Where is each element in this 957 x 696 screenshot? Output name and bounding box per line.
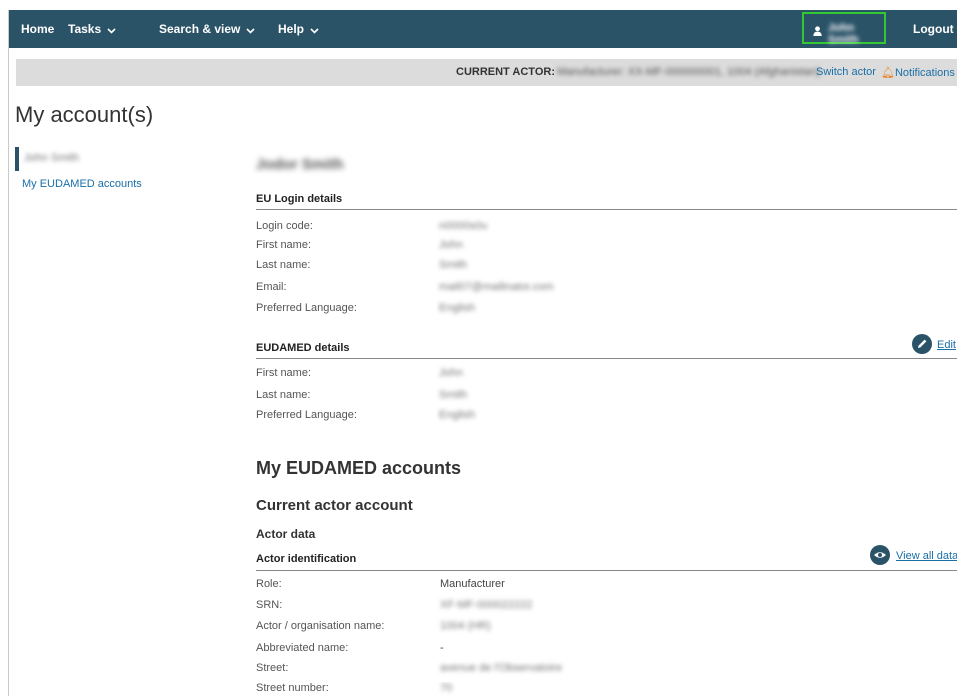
current-actor-value: Manufacturer: XX-MF-000000001, 1004 (Afg… — [557, 66, 820, 78]
detail-row: Abbreviated name: - — [256, 642, 957, 662]
notifications-label: Notifications — [894, 67, 955, 79]
detail-row: First name: John — [256, 239, 957, 259]
detail-row: Login code: n0000s0u — [256, 220, 957, 240]
section-divider — [256, 358, 957, 359]
detail-row: Last name: Smith — [256, 259, 957, 279]
nav-help[interactable]: Help — [278, 10, 319, 48]
detail-label: First name: — [256, 367, 312, 379]
detail-label: Actor / organisation name: — [256, 620, 385, 632]
detail-value: English — [439, 302, 476, 314]
window-top-margin — [0, 0, 957, 10]
nav-tasks[interactable]: Tasks — [68, 10, 116, 48]
eudamed-section-title: EUDAMED details — [256, 342, 350, 354]
detail-value: Smith — [439, 389, 468, 401]
detail-value: mail07@mailinator.com — [439, 281, 554, 293]
eye-icon — [870, 552, 890, 569]
chevron-down-icon — [310, 11, 319, 49]
detail-value: - — [440, 642, 444, 654]
page-title: My account(s) — [15, 102, 154, 127]
detail-row: First name: John — [256, 367, 957, 387]
nav-search-view-label: Search & view — [159, 22, 241, 36]
nav-search-view[interactable]: Search & view — [159, 10, 255, 48]
detail-label: Street number: — [256, 682, 329, 694]
detail-label: Preferred Language: — [256, 409, 357, 421]
detail-row: Actor / organisation name: 1004 (HR) — [256, 620, 957, 640]
detail-value: John — [439, 367, 463, 379]
detail-value: Manufacturer — [440, 578, 505, 590]
bell-icon: 🔔︎ — [881, 67, 895, 79]
detail-row: Street: avenue de l'Observatoire — [256, 662, 957, 682]
top-navigation: Home Tasks Search & view Help John Smith… — [9, 10, 957, 48]
detail-label: Last name: — [256, 259, 311, 271]
detail-label: Abbreviated name: — [256, 642, 349, 654]
current-actor-label: CURRENT ACTOR: — [456, 66, 555, 78]
detail-value: 1004 (HR) — [440, 620, 491, 632]
section-divider — [256, 570, 957, 571]
detail-value: avenue de l'Observatoire — [440, 662, 562, 674]
detail-label: Role: — [256, 578, 282, 590]
detail-label: Login code: — [256, 220, 313, 232]
eu-login-section-title: EU Login details — [256, 193, 343, 205]
account-holder-name: Jodor Smith — [256, 156, 344, 173]
detail-row: Role: Manufacturer — [256, 578, 957, 598]
switch-actor-link[interactable]: Switch actor — [816, 66, 876, 78]
user-icon — [813, 23, 822, 41]
detail-label: SRN: — [256, 599, 283, 611]
user-name: John Smith — [828, 22, 859, 46]
section-divider — [256, 209, 957, 210]
sidebar-active-indicator — [15, 147, 19, 171]
detail-value: 70 — [440, 682, 453, 694]
detail-label: Preferred Language: — [256, 302, 357, 314]
detail-value: Smith — [439, 259, 468, 271]
actor-identification-title: Actor identification — [256, 553, 357, 565]
chevron-down-icon — [107, 11, 116, 49]
pencil-icon — [912, 339, 932, 358]
detail-label: Last name: — [256, 389, 311, 401]
detail-label: First name: — [256, 239, 312, 251]
view-all-data-link[interactable]: View all data — [896, 550, 957, 562]
my-eudamed-accounts-heading: My EUDAMED accounts — [256, 458, 462, 478]
detail-row: Last name: Smith — [256, 389, 957, 409]
nav-tasks-label: Tasks — [68, 22, 102, 36]
sidebar-item-user[interactable]: John Smith — [24, 152, 79, 164]
sidebar-item-eudamed-accounts[interactable]: My EUDAMED accounts — [22, 178, 142, 190]
chevron-down-icon — [246, 11, 255, 49]
detail-row: SRN: XF-MF-000022222 — [256, 599, 957, 619]
user-menu-button[interactable]: John Smith — [802, 12, 886, 46]
detail-value: John — [439, 239, 463, 251]
nav-home[interactable]: Home — [21, 10, 54, 48]
edit-button[interactable] — [912, 334, 932, 354]
current-actor-bar: CURRENT ACTOR: Manufacturer: XX-MF-00000… — [16, 59, 957, 86]
nav-help-label: Help — [278, 22, 305, 36]
edit-link[interactable]: Edit — [937, 339, 956, 351]
detail-value: XF-MF-000022222 — [440, 599, 533, 611]
logout-link[interactable]: Logout — [913, 10, 954, 48]
detail-label: Street: — [256, 662, 289, 674]
current-actor-account-heading: Current actor account — [256, 497, 413, 514]
window-left-border — [8, 10, 9, 696]
actor-data-heading: Actor data — [256, 527, 316, 541]
detail-row: Street number: 70 — [256, 682, 957, 696]
detail-row: Preferred Language: English — [256, 302, 957, 322]
notifications-link[interactable]: 🔔︎Notifications — [881, 66, 955, 79]
detail-row: Email: mail07@mailinator.com — [256, 281, 957, 301]
detail-label: Email: — [256, 281, 287, 293]
detail-row: Preferred Language: English — [256, 409, 957, 429]
detail-value: English — [439, 409, 476, 421]
view-all-data-button[interactable] — [870, 545, 890, 565]
detail-value: n0000s0u — [439, 220, 488, 232]
